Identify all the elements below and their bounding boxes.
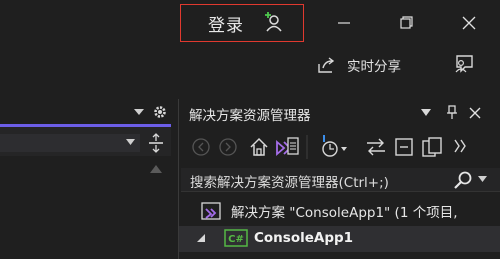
show-all-files-icon[interactable]: [421, 136, 443, 162]
chevron-down-icon[interactable]: [133, 108, 145, 116]
close-icon[interactable]: [468, 106, 482, 120]
share-icon[interactable]: [316, 55, 336, 75]
close-icon[interactable]: [454, 10, 484, 36]
live-share-button[interactable]: 实时分享: [347, 55, 401, 75]
tree-item-label[interactable]: ConsoleApp1: [254, 230, 353, 246]
back-icon[interactable]: [191, 137, 211, 161]
scroll-up-arrow-icon[interactable]: [150, 165, 162, 173]
chevron-down-icon[interactable]: [126, 139, 135, 145]
divider: [306, 135, 308, 163]
chevron-down-icon[interactable]: [478, 176, 487, 182]
minimize-icon[interactable]: [329, 10, 359, 36]
add-person-icon[interactable]: [263, 11, 285, 33]
gear-icon[interactable]: [152, 104, 168, 120]
login-label[interactable]: 登录: [208, 11, 244, 36]
pin-icon[interactable]: [445, 104, 459, 120]
expand-arrow-icon[interactable]: [196, 233, 206, 243]
pending-changes-filter-icon[interactable]: [319, 134, 349, 164]
solution-explorer-toolbar: [179, 128, 500, 166]
tree-item-label[interactable]: 解决方案 "ConsoleApp1" (1 个项目,: [231, 201, 458, 221]
solution-explorer-title: 解决方案资源管理器: [189, 108, 311, 124]
vertical-scrollbar[interactable]: [142, 158, 170, 259]
feedback-icon[interactable]: [452, 52, 476, 76]
sync-with-active-document-icon[interactable]: [365, 138, 387, 160]
solution-icon: [200, 201, 222, 221]
split-editor-icon[interactable]: [148, 133, 164, 153]
search-icon[interactable]: [453, 170, 473, 190]
search-placeholder[interactable]: 搜索解决方案资源管理器(Ctrl+;): [190, 171, 389, 191]
chevron-down-icon[interactable]: [421, 109, 431, 116]
restore-icon[interactable]: [391, 10, 421, 36]
svg-text:C#: C#: [228, 234, 244, 245]
forward-icon[interactable]: [218, 137, 238, 161]
more-options-icon[interactable]: [453, 138, 467, 158]
home-icon[interactable]: [248, 136, 270, 162]
collapse-all-icon[interactable]: [393, 136, 415, 162]
member-dropdown[interactable]: [0, 134, 140, 152]
switch-views-icon[interactable]: [275, 135, 301, 163]
csharp-project-icon: C#: [224, 229, 248, 247]
